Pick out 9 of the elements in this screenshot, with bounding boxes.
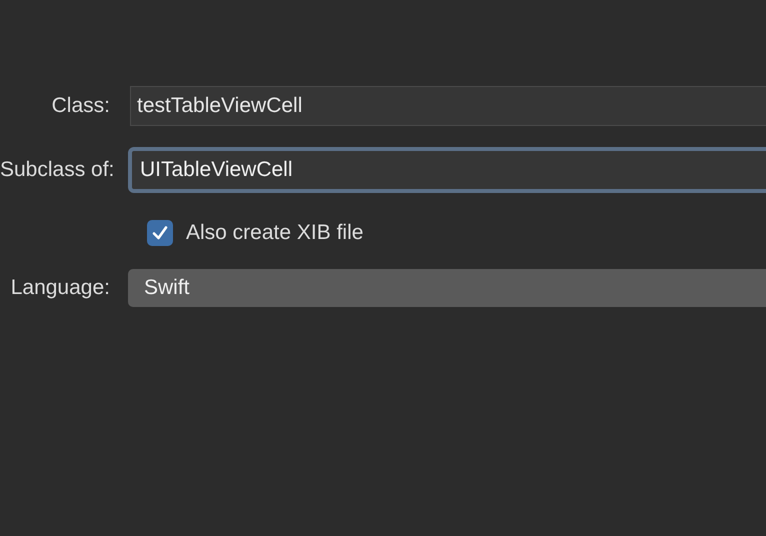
checkbox[interactable] (147, 220, 173, 246)
xib-checkbox-label: Also create XIB file (186, 220, 364, 246)
class-label: Class: (50, 93, 111, 120)
language-dropdown[interactable]: Swift (128, 269, 766, 307)
subclass-label: Subclass of: (0, 157, 116, 184)
class-field[interactable]: testTableViewCell (130, 86, 766, 126)
checkmark-icon (151, 224, 169, 242)
language-label: Language: (10, 275, 111, 302)
subclass-field[interactable]: UITableViewCell (128, 147, 766, 193)
